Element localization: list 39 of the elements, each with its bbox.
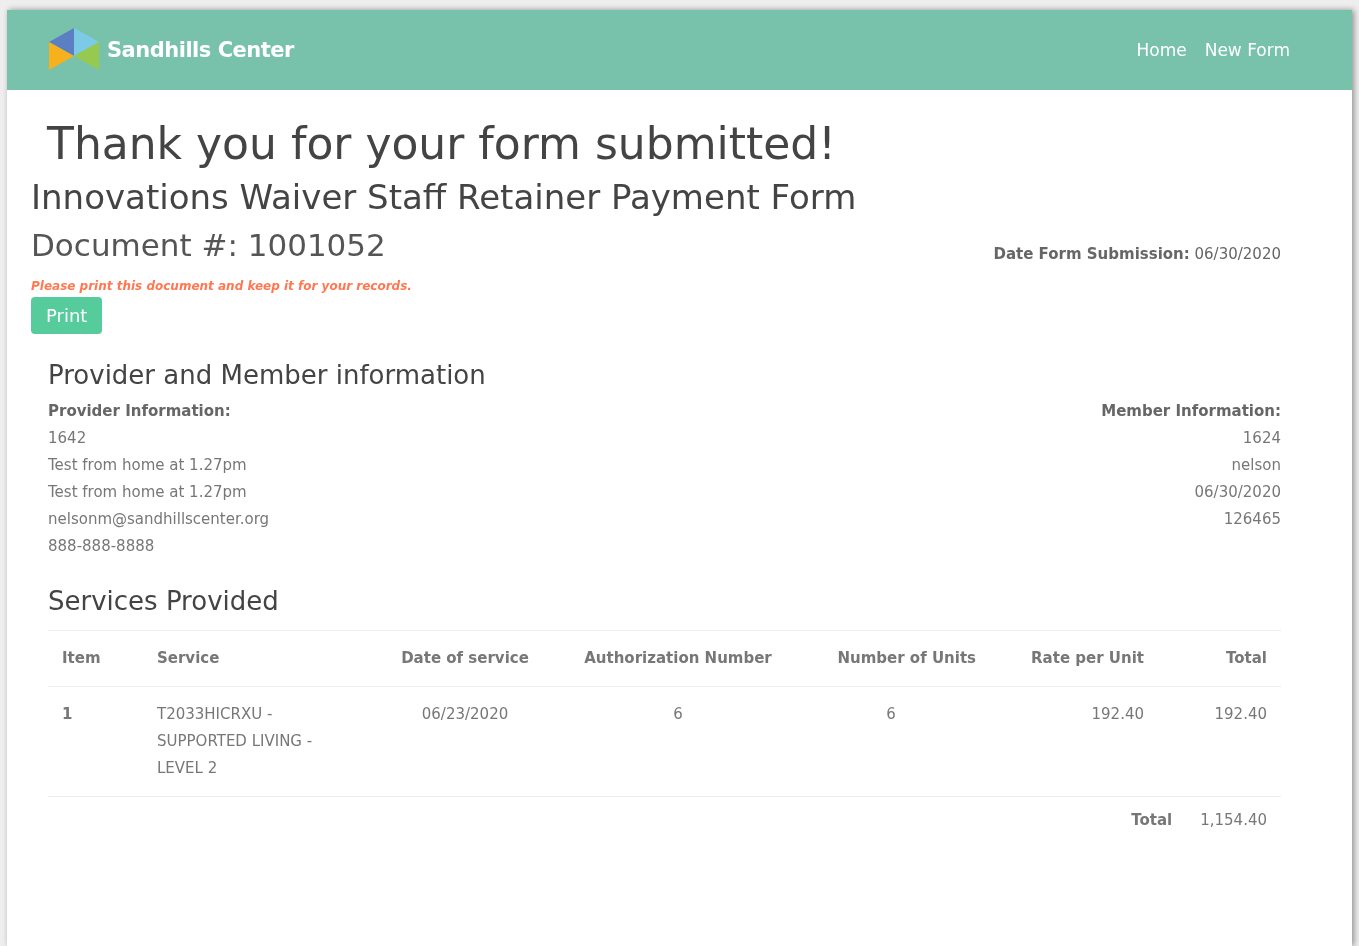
table-cell: 6 (564, 686, 792, 797)
nav-link[interactable]: New Form (1204, 40, 1290, 60)
provider-detail: 1642 (48, 428, 87, 449)
brand-name[interactable]: Sandhills Center (107, 38, 294, 62)
print-button[interactable]: Print (31, 297, 103, 334)
document-number: Document #: 1001052 (31, 227, 386, 263)
total-label: Total (1131, 811, 1173, 829)
column-header: Service (143, 630, 366, 687)
member-detail: 126465 (1223, 509, 1281, 530)
section-title: Services Provided (48, 586, 280, 616)
table-cell: 192.40 (990, 686, 1158, 797)
table-cell: 1 (48, 686, 143, 797)
column-header: Item (48, 630, 143, 687)
provider-detail: nelsonm@sandhillscenter.org (48, 509, 270, 530)
member-label: Member Information: (1101, 401, 1281, 422)
table-cell: T2033HICRXU - SUPPORTED LIVING - LEVEL 2 (143, 686, 366, 797)
member-detail: 1624 (1242, 428, 1281, 449)
provider-detail: Test from home at 1.27pm (48, 455, 247, 476)
form-title: Innovations Waiver Staff Retainer Payment Form (31, 177, 858, 217)
column-header: Number of Units (792, 630, 990, 687)
total-value: 1,154.40 (1200, 811, 1267, 829)
nav-link[interactable]: Home (1136, 40, 1187, 60)
provider-detail: Test from home at 1.27pm (48, 482, 247, 503)
member-detail: 06/30/2020 (1194, 482, 1281, 503)
section-title: Provider and Member information (48, 360, 487, 390)
provider-label: Provider Information: (48, 401, 231, 422)
table-cell: 06/23/2020 (366, 686, 564, 797)
print-notice: Please print this document and keep it for your records. (31, 279, 413, 293)
logo-icon (47, 28, 101, 72)
thank-you-heading: Thank you for your form submitted! (47, 118, 837, 169)
submission-date: Date Form Submission: 06/30/2020 (993, 245, 1281, 263)
provider-detail: 888-888-8888 (48, 536, 155, 557)
column-header: Total (1158, 630, 1281, 687)
member-detail: nelson (1231, 455, 1281, 476)
column-header: Rate per Unit (990, 630, 1158, 687)
column-header: Date of service (366, 630, 564, 687)
column-header: Authorization Number (564, 630, 792, 687)
table-cell: 6 (792, 686, 990, 797)
table-cell: 192.40 (1158, 686, 1281, 797)
